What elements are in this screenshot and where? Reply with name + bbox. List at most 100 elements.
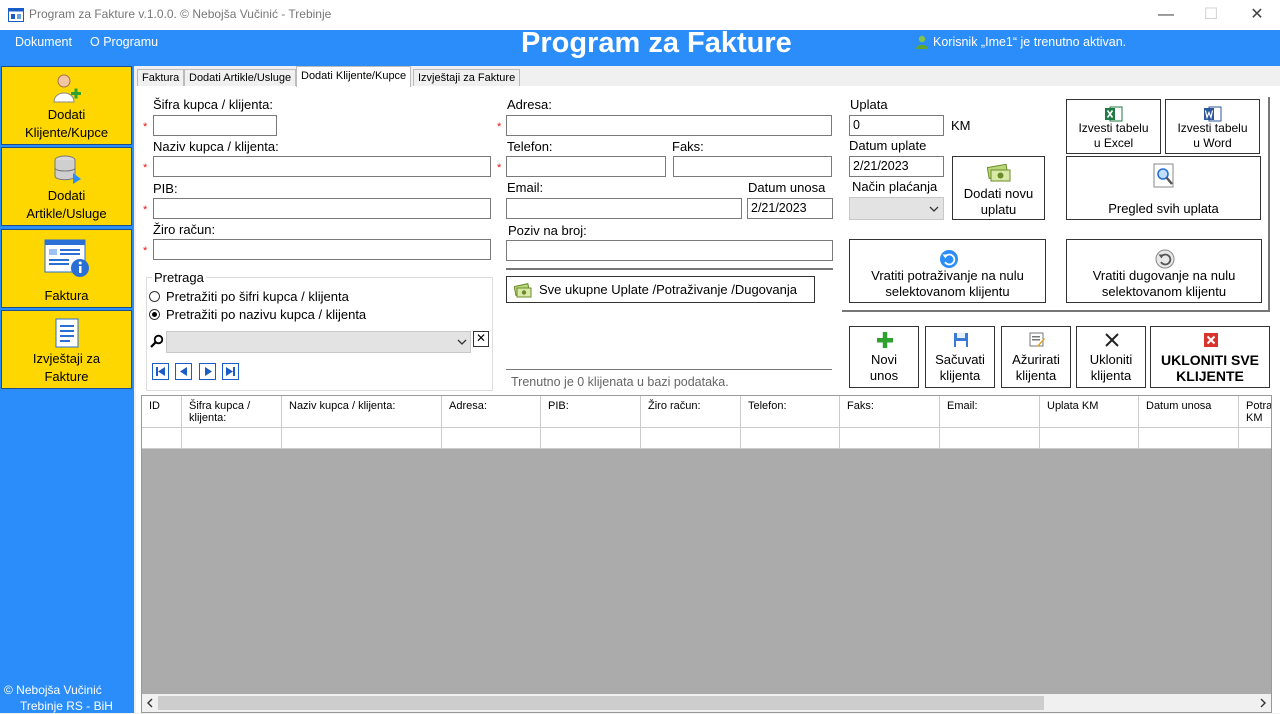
- column-header-label: Uplata KM: [1047, 400, 1099, 412]
- menu-o-programu[interactable]: O Programu: [90, 35, 158, 49]
- menu-dokument[interactable]: Dokument: [15, 35, 72, 49]
- pregled-uplata-button[interactable]: Pregled svih uplata: [1066, 156, 1261, 220]
- export-excel-button[interactable]: Izvesti tabelu u Excel: [1066, 99, 1161, 154]
- column-header[interactable]: Potra KM: [1239, 396, 1271, 428]
- table-cell[interactable]: [282, 428, 442, 449]
- table-cell[interactable]: [1239, 428, 1271, 449]
- sidebar-item-artikli[interactable]: Dodati Artikle/Usluge: [1, 147, 132, 226]
- table-cell[interactable]: [840, 428, 940, 449]
- column-header[interactable]: ID: [142, 396, 182, 428]
- column-header[interactable]: Telefon:: [741, 396, 840, 428]
- radio-sifra-label[interactable]: Pretražiti po šifri kupca / klijenta: [166, 289, 349, 304]
- plus-icon: [877, 332, 893, 348]
- column-header[interactable]: Žiro račun:: [641, 396, 741, 428]
- column-header-label: Email:: [947, 400, 978, 412]
- reset-potrazivanje-button[interactable]: Vratiti potraživanje na nulu selektovano…: [849, 239, 1046, 303]
- column-header[interactable]: Faks:: [840, 396, 940, 428]
- report-icon: [55, 318, 78, 348]
- totals-button[interactable]: Sve ukupne Uplate /Potraživanje /Dugovan…: [506, 276, 815, 303]
- new-entry-label: unos: [869, 368, 899, 383]
- email-input[interactable]: [506, 198, 742, 219]
- column-header[interactable]: Adresa:: [442, 396, 541, 428]
- reset-dugovanje-label: Vratiti dugovanje na nulu: [1092, 268, 1236, 283]
- update-client-button[interactable]: Ažurirati klijenta: [1001, 326, 1071, 388]
- remove-client-button[interactable]: Ukloniti klijenta: [1076, 326, 1146, 388]
- datum-unosa-input[interactable]: 2/21/2023: [747, 198, 833, 219]
- save-client-label: klijenta: [939, 368, 981, 383]
- minimize-button[interactable]: —: [1156, 5, 1176, 25]
- sidebar-item-klijenti[interactable]: Dodati Klijente/Kupce: [1, 66, 132, 145]
- datum-uplate-input[interactable]: 2/21/2023: [849, 156, 944, 177]
- add-payment-button[interactable]: Dodati novu uplatu: [952, 156, 1045, 220]
- radio-sifra[interactable]: [149, 291, 160, 302]
- required-mark: *: [497, 121, 502, 133]
- poziv-input[interactable]: [506, 240, 833, 261]
- scroll-left-icon[interactable]: [146, 698, 154, 708]
- new-entry-button[interactable]: Novi unos: [849, 326, 919, 388]
- column-header-label: Naziv kupca / klijenta:: [289, 400, 396, 412]
- table-cell[interactable]: [1040, 428, 1139, 449]
- horizontal-scrollbar[interactable]: [142, 694, 1271, 712]
- user-status: Korisnik „Ime1“ je trenutno aktivan.: [933, 35, 1127, 49]
- nav-first-button[interactable]: [152, 363, 169, 380]
- reset-dugovanje-button[interactable]: Vratiti dugovanje na nulu selektovanom k…: [1066, 239, 1262, 303]
- uplata-input[interactable]: 0: [849, 115, 944, 136]
- search-combobox[interactable]: [166, 331, 471, 353]
- save-client-button[interactable]: Sačuvati klijenta: [925, 326, 995, 388]
- sifra-input[interactable]: [153, 115, 277, 136]
- nav-last-button[interactable]: [222, 363, 239, 380]
- table-cell[interactable]: [1139, 428, 1239, 449]
- add-user-icon: [52, 74, 81, 103]
- tab-faktura[interactable]: Faktura: [137, 69, 185, 86]
- tab-izvjestaji[interactable]: Izvještaji za Fakture: [413, 69, 521, 86]
- column-header[interactable]: Uplata KM: [1040, 396, 1139, 428]
- clear-search-button[interactable]: ✕: [473, 331, 489, 347]
- adresa-input[interactable]: [506, 115, 832, 136]
- reset-dugovanje-label: selektovanom klijentu: [1101, 284, 1227, 299]
- first-icon: [156, 367, 165, 376]
- sidebar-item-izvjestaji[interactable]: Izvještaji za Fakture: [1, 310, 132, 389]
- export-word-button[interactable]: Izvesti tabelu u Word: [1165, 99, 1260, 154]
- currency-label: KM: [951, 118, 971, 133]
- tab-klijenti[interactable]: Dodati Klijente/Kupce: [296, 66, 412, 87]
- radio-naziv[interactable]: [149, 309, 160, 320]
- table-cell[interactable]: [182, 428, 282, 449]
- column-header[interactable]: Datum unosa: [1139, 396, 1239, 428]
- scroll-thumb[interactable]: [158, 696, 1044, 710]
- window-title: Program za Fakture v.1.0.0. © Nebojša Vu…: [29, 7, 332, 21]
- table-cell[interactable]: [442, 428, 541, 449]
- table-cell[interactable]: [541, 428, 641, 449]
- column-header-label: Datum unosa: [1146, 400, 1212, 412]
- reset-potrazivanje-label: Vratiti potraživanje na nulu: [871, 268, 1024, 283]
- nav-next-button[interactable]: [199, 363, 216, 380]
- adresa-label: Adresa:: [507, 97, 552, 112]
- column-header[interactable]: PIB:: [541, 396, 641, 428]
- close-button[interactable]: ✕: [1247, 5, 1267, 25]
- remove-all-clients-button[interactable]: UKLONITI SVE KLIJENTE: [1150, 326, 1270, 388]
- scroll-right-icon[interactable]: [1259, 698, 1267, 708]
- save-client-label: Sačuvati: [935, 352, 985, 367]
- sidebar-item-label: Izvještaji za: [32, 351, 101, 366]
- naziv-input[interactable]: [153, 156, 491, 177]
- table-cell[interactable]: [940, 428, 1040, 449]
- table-cell[interactable]: [142, 428, 182, 449]
- column-header[interactable]: Naziv kupca / klijenta:: [282, 396, 442, 428]
- radio-naziv-label[interactable]: Pretražiti po nazivu kupca / klijenta: [166, 307, 366, 322]
- edit-icon: [1029, 332, 1045, 347]
- pib-input[interactable]: [153, 198, 491, 219]
- nav-prev-button[interactable]: [175, 363, 192, 380]
- delete-red-icon: [1204, 333, 1218, 347]
- column-header[interactable]: Šifra kupca / klijenta:: [182, 396, 282, 428]
- column-header[interactable]: Email:: [940, 396, 1040, 428]
- tab-artikli[interactable]: Dodati Artikle/Usluge: [184, 69, 297, 86]
- copyright-line2: Trebinje RS - BiH: [20, 699, 113, 713]
- telefon-input[interactable]: [506, 156, 666, 177]
- nacin-dropdown[interactable]: [849, 197, 944, 220]
- table-cell[interactable]: [641, 428, 741, 449]
- faks-input[interactable]: [673, 156, 832, 177]
- clients-table[interactable]: ID Šifra kupca / klijenta: Naziv kupca / kl…: [141, 395, 1272, 713]
- ziro-input[interactable]: [153, 239, 491, 260]
- table-cell[interactable]: [741, 428, 840, 449]
- maximize-button[interactable]: ☐: [1201, 5, 1221, 25]
- sidebar-item-faktura[interactable]: Faktura: [1, 229, 132, 308]
